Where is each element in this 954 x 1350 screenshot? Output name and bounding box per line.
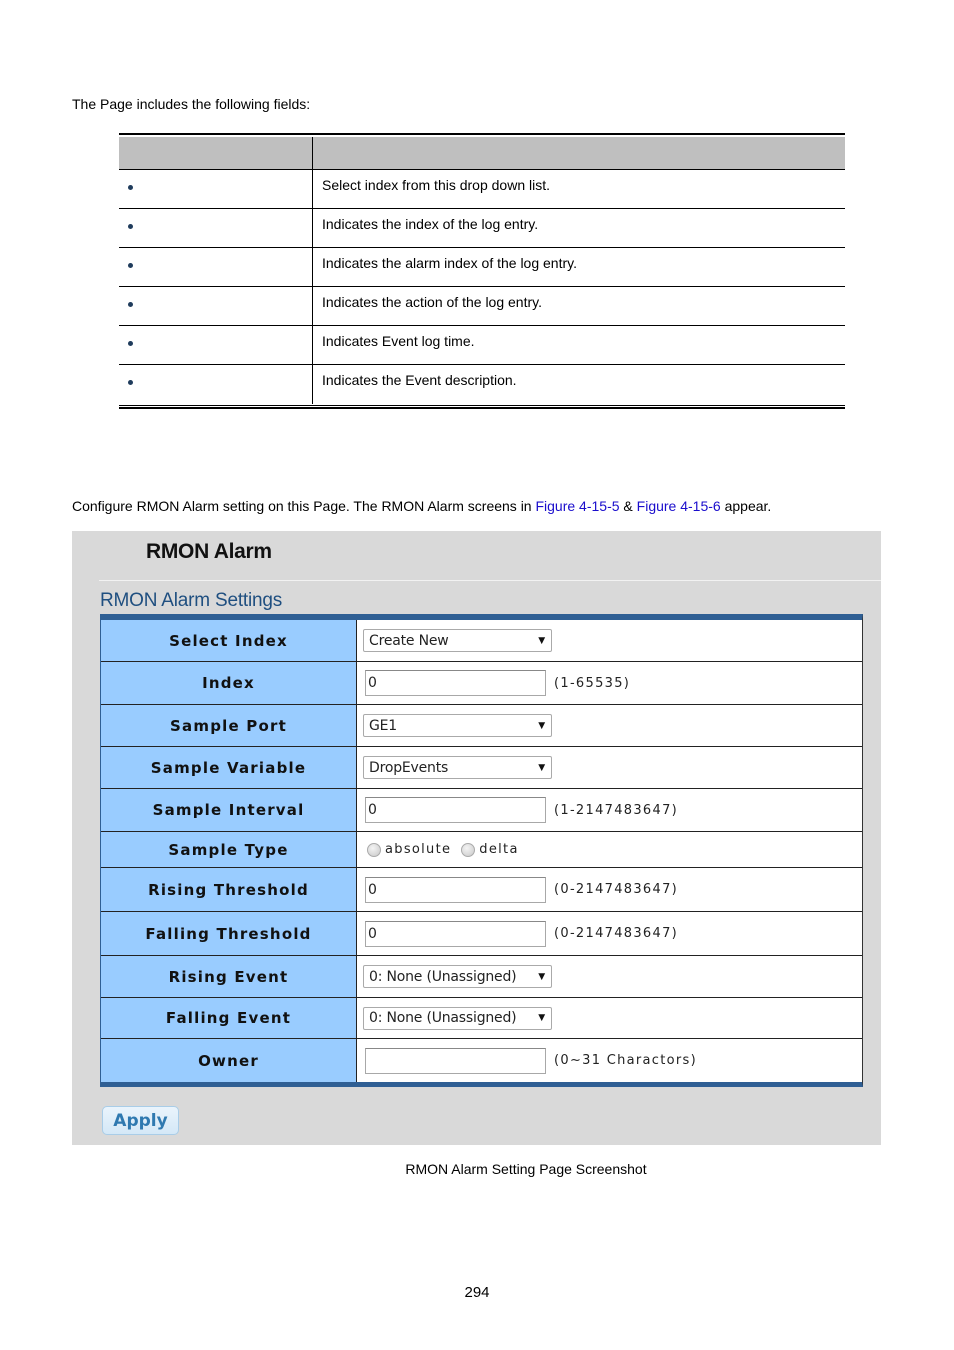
radio-delta[interactable] (461, 842, 476, 857)
row-description: Indicates the index of the log entry. (322, 216, 539, 232)
bullet-icon (128, 302, 133, 307)
owner-length-hint: (0~31 Charactors) (554, 1053, 697, 1068)
rising-threshold-input[interactable]: 0 (365, 876, 546, 903)
config-text-after: appear. (720, 498, 772, 514)
config-description: Configure RMON Alarm setting on this Pag… (72, 498, 771, 514)
header-object (119, 137, 313, 169)
label-owner: Owner (101, 1039, 357, 1082)
settings-table: Select Index Create New ▼ Index 0 (1-655… (100, 614, 863, 1087)
apply-button[interactable]: Apply (102, 1106, 179, 1135)
section-title: RMON Alarm Settings (100, 590, 283, 611)
row-sample-interval: Sample Interval 0 (1-2147483647) (101, 788, 862, 831)
radio-absolute[interactable] (367, 842, 381, 857)
row-rising-threshold: Rising Threshold 0 (0-2147483647) (101, 867, 862, 911)
falling-event-dropdown[interactable]: 0: None (Unassigned) ▼ (363, 1006, 552, 1030)
table-row: Indicates Event log time. (119, 326, 845, 365)
owner-input[interactable] (365, 1047, 546, 1074)
label-falling-threshold: Falling Threshold (101, 912, 357, 955)
row-description: Indicates the alarm index of the log ent… (322, 255, 577, 271)
rmon-alarm-screenshot: RMON Alarm RMON Alarm Settings Select In… (72, 531, 881, 1145)
dropdown-arrow-icon: ▼ (538, 1013, 545, 1023)
bullet-icon (128, 341, 133, 346)
row-description: Indicates the action of the log entry. (322, 294, 542, 310)
select-index-dropdown[interactable]: Create New ▼ (363, 629, 552, 652)
row-falling-threshold: Falling Threshold 0 (0-2147483647) (101, 911, 862, 955)
table-row: Indicates the index of the log entry. (119, 209, 845, 248)
field-table: Select index from this drop down list. I… (119, 133, 845, 409)
row-sample-port: Sample Port GE1 ▼ (101, 704, 862, 746)
table-row: Indicates the Event description. (119, 365, 845, 404)
row-rising-event: Rising Event 0: None (Unassigned) ▼ (101, 955, 862, 997)
falling-event-value: 0: None (Unassigned) (369, 1010, 517, 1026)
row-description: Select index from this drop down list. (322, 177, 550, 193)
dropdown-arrow-icon: ▼ (538, 720, 545, 731)
config-text-between: & (619, 498, 637, 514)
index-input[interactable]: 0 (365, 670, 546, 696)
label-select-index: Select Index (101, 620, 357, 661)
falling-threshold-input[interactable]: 0 (365, 920, 546, 947)
label-rising-threshold: Rising Threshold (101, 868, 357, 911)
label-index: Index (101, 662, 357, 704)
figure-link-4-15-6[interactable]: Figure 4-15-6 (637, 498, 721, 514)
row-falling-event: Falling Event 0: None (Unassigned) ▼ (101, 997, 862, 1038)
sample-port-value: GE1 (369, 717, 398, 734)
intro-text: The Page includes the following fields: (72, 96, 311, 112)
row-description: Indicates Event log time. (322, 333, 475, 349)
bullet-icon (128, 185, 133, 190)
table-header-row (119, 137, 845, 170)
sample-interval-input[interactable]: 0 (365, 797, 546, 823)
row-sample-type: Sample Type absolute delta (101, 831, 862, 867)
table-row: Indicates the alarm index of the log ent… (119, 248, 845, 287)
page-title: RMON Alarm (146, 540, 272, 563)
sample-variable-value: DropEvents (369, 759, 449, 776)
select-index-value: Create New (369, 632, 449, 649)
radio-absolute-label: absolute (385, 842, 452, 857)
dropdown-arrow-icon: ▼ (538, 635, 545, 646)
sample-port-dropdown[interactable]: GE1 ▼ (363, 714, 552, 737)
bullet-icon (128, 263, 133, 268)
rising-event-value: 0: None (Unassigned) (369, 968, 517, 985)
label-rising-event: Rising Event (101, 956, 357, 997)
label-sample-port: Sample Port (101, 705, 357, 746)
table-bottom-rule (119, 405, 845, 409)
row-select-index: Select Index Create New ▼ (101, 620, 862, 661)
falling-threshold-range-hint: (0-2147483647) (554, 926, 679, 941)
table-row: Select index from this drop down list. (119, 170, 845, 209)
label-sample-type: Sample Type (101, 832, 357, 867)
title-divider (99, 580, 881, 581)
rising-threshold-range-hint: (0-2147483647) (554, 882, 679, 897)
figure-link-4-15-5[interactable]: Figure 4-15-5 (535, 498, 619, 514)
table-top-rule (119, 133, 845, 135)
sample-interval-range-hint: (1-2147483647) (554, 802, 679, 818)
radio-delta-label: delta (479, 842, 519, 857)
bullet-icon (128, 224, 133, 229)
row-index: Index 0 (1-65535) (101, 661, 862, 704)
label-sample-variable: Sample Variable (101, 747, 357, 788)
row-owner: Owner (0~31 Charactors) (101, 1038, 862, 1082)
sample-variable-dropdown[interactable]: DropEvents ▼ (363, 756, 552, 779)
rising-event-dropdown[interactable]: 0: None (Unassigned) ▼ (363, 965, 552, 988)
dropdown-arrow-icon: ▼ (538, 762, 545, 773)
label-sample-interval: Sample Interval (101, 789, 357, 831)
page-number: 294 (464, 1284, 490, 1301)
figure-caption: RMON Alarm Setting Page Screenshot (405, 1161, 647, 1177)
label-falling-event: Falling Event (101, 998, 357, 1038)
table-row: Indicates the action of the log entry. (119, 287, 845, 326)
config-text-before: Configure RMON Alarm setting on this Pag… (72, 498, 536, 514)
row-sample-variable: Sample Variable DropEvents ▼ (101, 746, 862, 788)
index-range-hint: (1-65535) (554, 675, 631, 691)
dropdown-arrow-icon: ▼ (538, 971, 545, 982)
bullet-icon (128, 380, 133, 385)
header-description (313, 137, 845, 169)
row-description: Indicates the Event description. (322, 372, 517, 388)
